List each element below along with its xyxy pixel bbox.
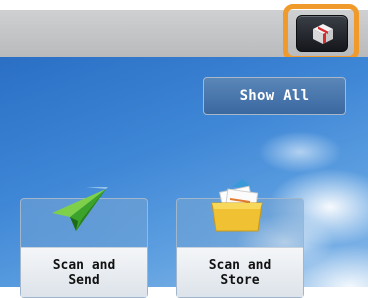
show-all-button[interactable]: Show All [203, 77, 346, 115]
tile-label: Scan and Send [52, 258, 116, 288]
tile-label: Scan and Store [208, 258, 272, 288]
device-status-icon [313, 24, 333, 44]
device-status-button[interactable] [296, 15, 348, 52]
folder-documents-icon [211, 179, 263, 232]
paper-plane-icon [52, 187, 108, 231]
show-all-label: Show All [239, 88, 310, 104]
